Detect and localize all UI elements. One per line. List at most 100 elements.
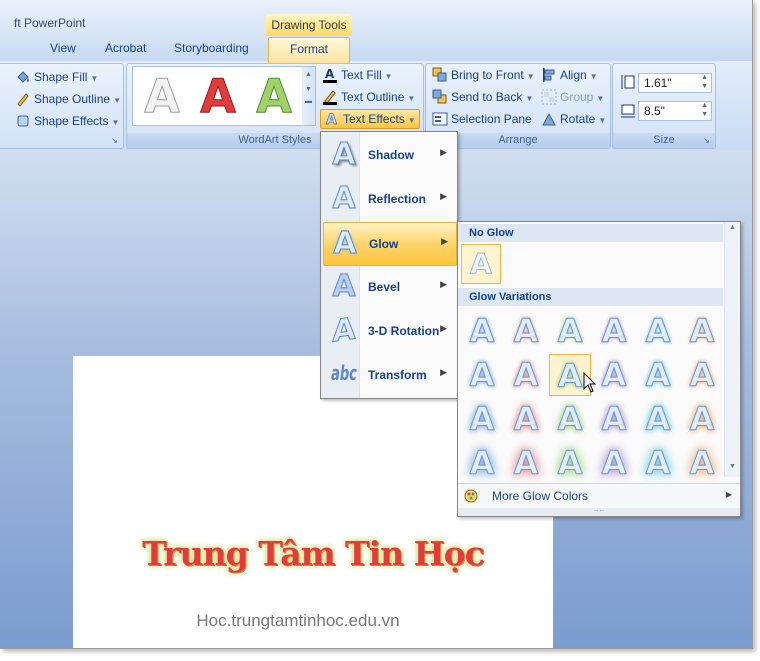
width-field[interactable]: 8.5" ▲ ▼ [638, 101, 712, 121]
tab-storyboarding[interactable]: Storyboarding [174, 41, 249, 55]
no-glow-option[interactable]: A [461, 244, 501, 284]
glow-variation-option[interactable]: A [461, 310, 503, 352]
shape-effects-button[interactable]: Shape Effects ▼ [15, 111, 119, 131]
menu-item-glow[interactable]: A Glow ▶ [323, 222, 457, 266]
menu-item-bevel[interactable]: A Bevel ▶ [323, 266, 455, 308]
glow-variation-option[interactable]: A [593, 398, 635, 440]
selection-pane-label: Selection Pane [451, 112, 532, 126]
glow-variation-option[interactable]: A [461, 354, 503, 396]
glow-variation-option[interactable]: A [681, 354, 723, 396]
group-button[interactable]: Group ▼ [541, 87, 604, 107]
submenu-arrow-icon: ▶ [440, 147, 447, 157]
glow-variation-option[interactable]: A [593, 310, 635, 352]
glow-variation-option[interactable]: A [505, 354, 547, 396]
mouse-pointer-icon [583, 372, 597, 393]
send-to-back-button[interactable]: Send to Back ▼ [432, 87, 533, 107]
rotate-label: Rotate [560, 112, 596, 126]
selection-pane-icon [432, 112, 448, 126]
shape-fill-label: Shape Fill [34, 70, 88, 84]
menu-item-shadow[interactable]: A Shadow ▶ [323, 134, 455, 176]
powerpoint-window: ft PowerPoint Drawing Tools View Acrobat… [0, 0, 753, 649]
send-to-back-label: Send to Back [451, 90, 523, 104]
glow-panel-scrollbar[interactable]: ▲ ▼ [724, 222, 740, 477]
dialog-launcher-icon[interactable]: ↘ [111, 136, 120, 145]
wordart-title[interactable]: Trung Tâm Tin Học [73, 534, 553, 573]
gallery-scroll[interactable]: ▲ ▼ ▬ [302, 66, 316, 126]
text-effects-icon: A [326, 112, 338, 127]
shape-effects-label: Shape Effects [34, 114, 109, 128]
menu-item-label: Shadow [368, 148, 415, 162]
glow-variation-option[interactable]: A [681, 310, 723, 352]
height-value: 1.61" [644, 76, 672, 90]
menu-item-label: Bevel [368, 280, 401, 294]
glow-variation-option[interactable]: A [681, 398, 723, 440]
wordart-gallery: A A A [132, 66, 304, 126]
text-effects-button[interactable]: A Text Effects ▼ [320, 109, 420, 129]
rotate-button[interactable]: Rotate ▼ [541, 109, 606, 129]
more-glow-colors-item[interactable]: More Glow Colors ▶ [458, 483, 740, 508]
glow-variation-option[interactable]: A [549, 398, 591, 440]
submenu-arrow-icon: ▶ [440, 323, 447, 333]
glow-variation-option[interactable]: A [549, 442, 591, 484]
svg-text:A: A [326, 112, 337, 127]
title-bar: ft PowerPoint Drawing Tools [0, 0, 752, 36]
menu-item-label: Reflection [368, 192, 427, 206]
align-button[interactable]: Align ▼ [541, 65, 598, 85]
shape-fill-button[interactable]: Shape Fill ▼ [15, 67, 98, 87]
menu-item-reflection[interactable]: A Reflection ▶ [323, 178, 455, 220]
tab-acrobat[interactable]: Acrobat [105, 41, 146, 55]
bring-to-front-button[interactable]: Bring to Front ▼ [432, 65, 535, 85]
selection-pane-button[interactable]: Selection Pane [432, 109, 532, 129]
submenu-arrow-icon: ▶ [725, 490, 732, 499]
paint-bucket-icon [17, 71, 29, 83]
glow-variation-option[interactable]: A [505, 310, 547, 352]
align-icon [543, 68, 555, 82]
ribbon-tabs: View Acrobat Storyboarding [0, 36, 752, 61]
glow-variation-option[interactable]: A [505, 442, 547, 484]
text-fill-button[interactable]: A Text Fill ▼ [322, 65, 393, 85]
submenu-arrow-icon: ▶ [440, 191, 447, 201]
watermark-text: Hoc.trungtamtinhoc.edu.vn [196, 611, 400, 630]
wordart-style-green[interactable]: A [249, 71, 299, 122]
menu-item-transform[interactable]: abc Transform ▶ [323, 354, 455, 396]
width-value: 8.5" [644, 104, 665, 118]
svg-text:A: A [325, 67, 335, 81]
size-label: Size [613, 133, 715, 148]
text-effects-menu: A Shadow ▶ A Reflection ▶ A Glow ▶ A Bevel ▶… [320, 131, 458, 399]
resize-grip-icon[interactable]: ···· [458, 507, 740, 516]
glow-variation-option[interactable]: A [637, 398, 679, 440]
bring-to-front-label: Bring to Front [451, 68, 524, 82]
align-label: Align [560, 68, 587, 82]
glow-variation-option[interactable]: A [505, 398, 547, 440]
group-label: Group [560, 90, 594, 104]
glow-variation-option[interactable]: A [461, 442, 503, 484]
text-outline-button[interactable]: Text Outline ▼ [322, 87, 415, 107]
glow-variation-option[interactable]: A [593, 442, 635, 484]
glow-variation-option[interactable]: A [461, 398, 503, 440]
glow-variation-option[interactable]: A [593, 354, 635, 396]
shape-outline-button[interactable]: Shape Outline ▼ [15, 89, 121, 109]
more-glow-colors-label: More Glow Colors [492, 489, 589, 503]
dialog-launcher-icon[interactable]: ↘ [703, 136, 712, 145]
rotation-a-icon: A [332, 311, 356, 350]
transform-abc-icon: abc [331, 362, 357, 387]
color-palette-icon [464, 489, 478, 503]
glow-variation-option[interactable]: A [681, 442, 723, 484]
glow-variations-heading: Glow Variations [458, 288, 723, 306]
plain-a-icon: A [470, 247, 493, 281]
bevel-a-icon: A [332, 269, 356, 304]
glow-variation-option[interactable]: A [637, 310, 679, 352]
glow-variation-option[interactable]: A [637, 354, 679, 396]
height-field[interactable]: 1.61" ▲ ▼ [638, 73, 712, 93]
wordart-style-red[interactable]: A [193, 71, 243, 122]
app-title: ft PowerPoint [14, 16, 86, 30]
no-glow-heading: No Glow [458, 224, 723, 242]
wordart-style-white[interactable]: A [137, 71, 187, 122]
text-effects-label: Text Effects [343, 112, 405, 126]
glow-variation-option[interactable]: A [637, 442, 679, 484]
tab-view[interactable]: View [50, 41, 76, 55]
menu-item-3d-rotation[interactable]: A 3-D Rotation ▶ [323, 310, 455, 352]
tab-format[interactable]: Format [268, 37, 350, 63]
glow-variation-option[interactable]: A [549, 310, 591, 352]
submenu-arrow-icon: ▶ [440, 367, 447, 377]
